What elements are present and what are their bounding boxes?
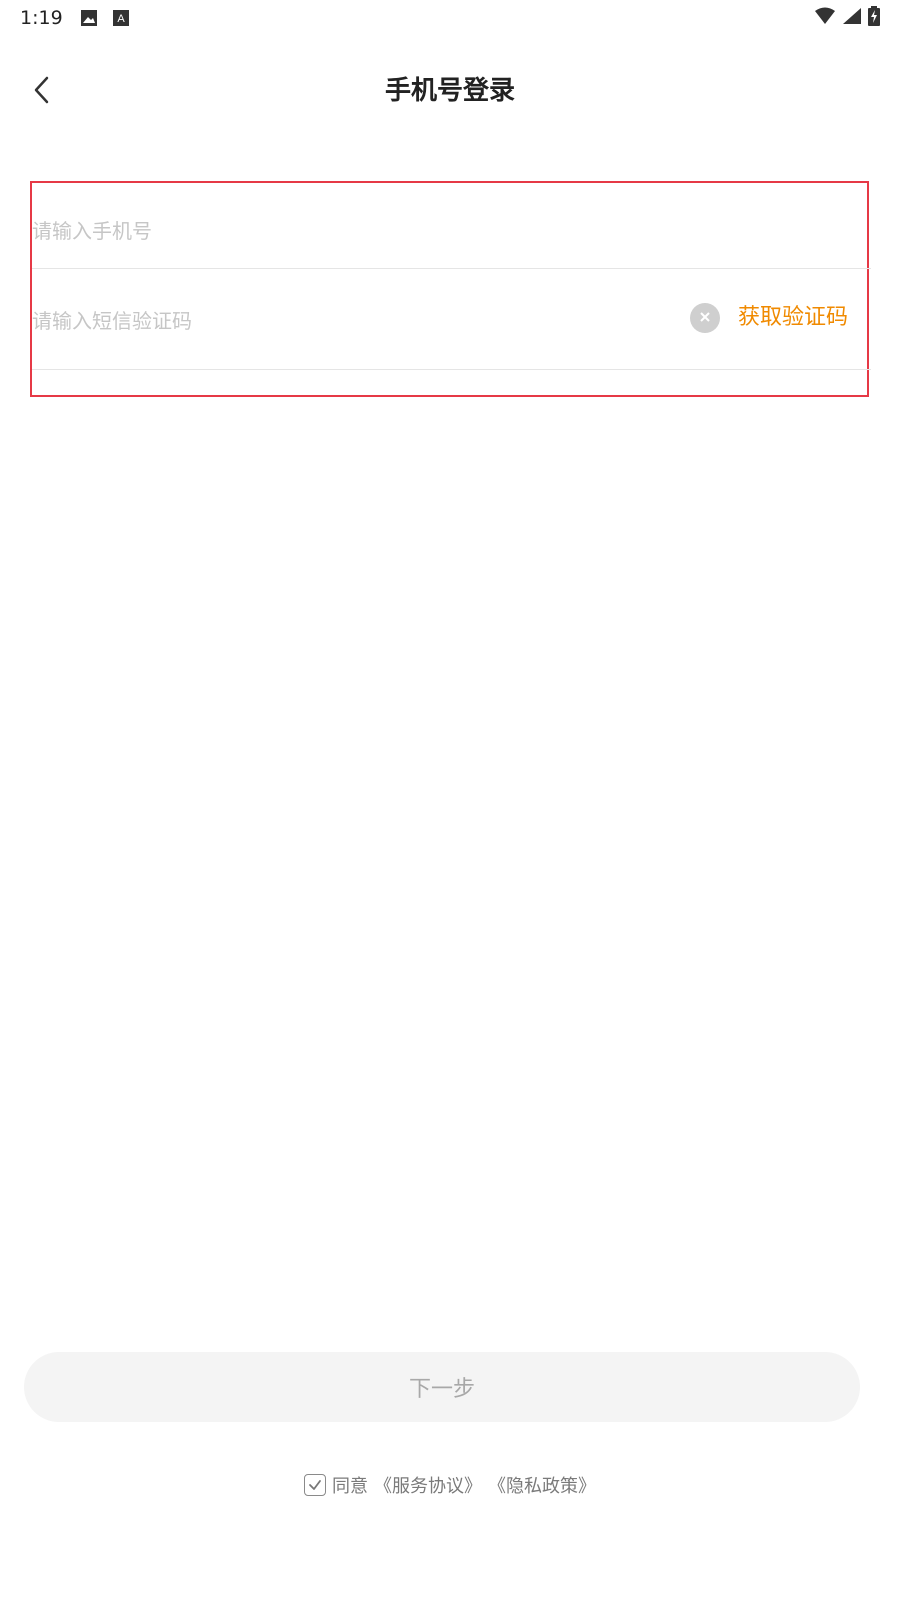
a-icon: A (112, 9, 130, 27)
clear-button[interactable] (690, 303, 720, 333)
cell-signal-icon (842, 7, 862, 29)
privacy-link[interactable]: 《隐私政策》 (488, 1472, 596, 1498)
header: 手机号登录 (0, 50, 900, 130)
agree-text: 同意 (332, 1476, 368, 1497)
svg-text:A: A (117, 13, 125, 25)
get-code-button[interactable]: 获取验证码 (738, 299, 848, 333)
status-time: 1:19 (20, 7, 63, 29)
agree-checkbox[interactable] (304, 1474, 326, 1496)
status-icons (814, 6, 880, 30)
code-input[interactable] (32, 301, 652, 341)
phone-input[interactable] (32, 211, 632, 251)
next-button[interactable]: 下一步 (24, 1352, 860, 1422)
battery-charging-icon (868, 6, 880, 30)
wifi-icon (814, 7, 836, 29)
terms-link[interactable]: 《服务协议》 (374, 1472, 482, 1498)
login-form: 获取验证码 (30, 181, 871, 397)
clear-icon (698, 309, 712, 328)
page-title: 手机号登录 (384, 76, 515, 106)
phone-row (32, 183, 871, 269)
image-icon (80, 9, 98, 27)
status-bar: 1:19 A (0, 0, 900, 36)
code-row: 获取验证码 (32, 269, 871, 370)
agreement: 同意 《服务协议》 《隐私政策》 (0, 1472, 900, 1498)
